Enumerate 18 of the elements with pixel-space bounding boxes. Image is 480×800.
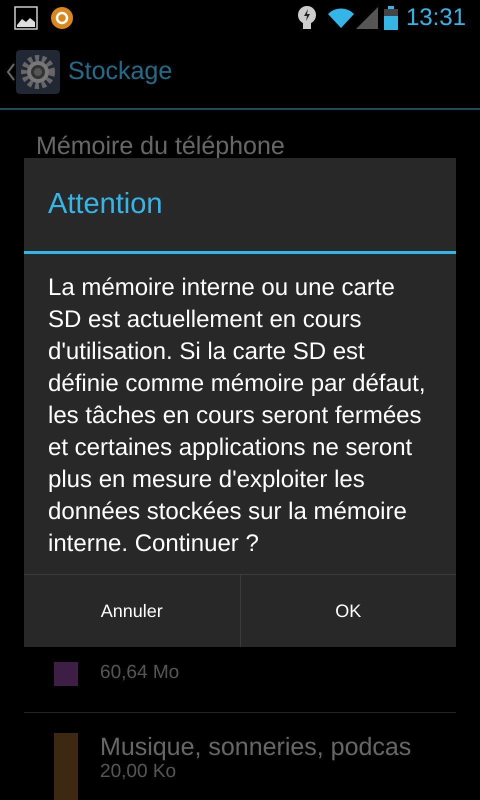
dialog-message: La mémoire interne ou une carte SD est actuellement en cours d'utilisation. Si la carte SD est définie comme mémoire par défaut, les tâches en cours seront fermées et certaines applications ne seront plus en mesure d'exploiter les données stockées sur la mémoire interne. Continuer ? xyxy=(47,273,427,559)
picture-notification-icon xyxy=(14,6,38,30)
dialog-button[interactable]: Annuler xyxy=(24,575,240,647)
size-text: 60,64 Mo xyxy=(100,662,180,684)
dialog-button[interactable]: OK xyxy=(240,575,456,647)
battery-icon xyxy=(384,6,398,30)
category-label: Musique, sonneries, podcas xyxy=(100,732,412,760)
gear-icon xyxy=(16,50,60,94)
lightbulb-icon xyxy=(296,5,318,31)
back-caret-icon xyxy=(6,62,16,82)
back-button[interactable] xyxy=(6,50,60,94)
size-text: 20,00 Ko xyxy=(100,760,178,782)
screen-title: Stockage xyxy=(68,56,172,88)
signal-icon xyxy=(356,7,378,29)
circle-app-icon xyxy=(50,6,74,30)
wifi-icon xyxy=(326,7,356,29)
clock-text: 13:31 xyxy=(406,3,466,33)
dialog-title: Attention xyxy=(24,158,456,254)
